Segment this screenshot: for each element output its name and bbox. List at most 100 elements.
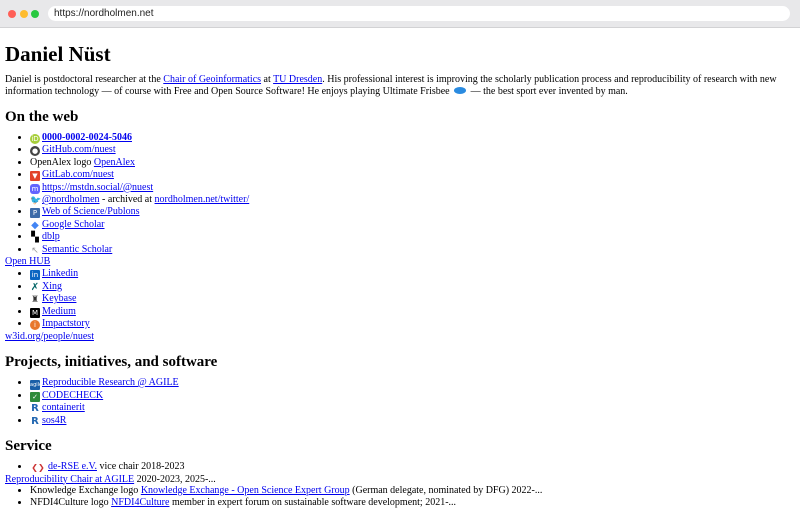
twitter-archive-link[interactable]: nordholmen.net/twitter/ <box>155 194 250 205</box>
intro-paragraph: Daniel is postdoctoral researcher at the… <box>5 74 795 98</box>
twitter-icon: 🐦 <box>30 196 42 207</box>
list-item: ▼GitLab.com/nuest <box>30 169 795 182</box>
dblp-link[interactable]: dblp <box>42 231 60 242</box>
keybase-icon: ♜ <box>30 295 40 306</box>
nfdi4culture-role: member in expert forum on sustainable so… <box>169 497 457 509</box>
github-link[interactable]: GitHub.com/nuest <box>42 144 116 155</box>
repro-chair-link[interactable]: Reproducibility Chair at AGILE <box>5 474 134 485</box>
google-scholar-icon: ◆ <box>30 219 40 231</box>
web-of-science-link[interactable]: Web of Science/Publons <box>42 206 140 217</box>
list-item: MMedium <box>30 306 795 318</box>
page-title: Daniel Nüst <box>5 42 111 66</box>
minimize-window-button[interactable] <box>20 10 28 18</box>
agile-link[interactable]: Reproducible Research @ AGILE <box>42 377 179 388</box>
w3id-link[interactable]: w3id.org/people/nuest <box>5 331 94 342</box>
intro-text-4: — the best sport ever invented by man. <box>468 86 628 97</box>
browser-chrome: https://nordholmen.net <box>0 0 800 28</box>
knowledge-exchange-link[interactable]: Knowledge Exchange - Open Science Expert… <box>141 485 350 496</box>
frisbee-icon <box>454 87 467 94</box>
openhub-link[interactable]: Open HUB <box>5 256 50 267</box>
list-item: ◆Google Scholar <box>30 219 795 231</box>
list-item: ▚dblp <box>30 231 795 244</box>
list-item: Knowledge Exchange logo Knowledge Exchan… <box>30 485 795 497</box>
list-item: agileReproducible Research @ AGILE <box>30 377 795 390</box>
projects-list: agileReproducible Research @ AGILE ✓CODE… <box>5 377 795 427</box>
agile-icon: agile <box>30 379 43 390</box>
keybase-link[interactable]: Keybase <box>42 293 76 304</box>
impactstory-icon: i <box>30 320 40 331</box>
linkedin-icon: in <box>30 270 40 281</box>
semantic-scholar-icon: ↖ <box>30 245 40 256</box>
section-heading-web: On the web <box>5 109 79 125</box>
list-item: ↖Semantic Scholar <box>30 244 795 256</box>
maximize-window-button[interactable] <box>31 10 39 18</box>
section-heading-service: Service <box>5 438 52 455</box>
service-list: ❮❯de-RSE e.V. vice chair 2018-2023 <box>5 461 795 474</box>
w3id-row: w3id.org/people/nuest <box>5 331 795 343</box>
gitlab-icon: ▼ <box>30 171 40 182</box>
google-scholar-link[interactable]: Google Scholar <box>42 219 105 230</box>
nfdi4culture-logo-alt: NFDI4Culture logo <box>30 497 109 509</box>
de-rse-role: vice chair 2018-2023 <box>96 461 185 473</box>
orcid-icon: iD <box>30 134 40 144</box>
list-item: OpenAlex logo OpenAlex <box>30 157 795 169</box>
medium-link[interactable]: Medium <box>42 306 76 317</box>
list-item: mhttps://mstdn.social/@nuest <box>30 182 795 194</box>
gitlab-link[interactable]: GitLab.com/nuest <box>42 169 114 180</box>
list-item: ●GitHub.com/nuest <box>30 144 795 157</box>
containerit-link[interactable]: containerit <box>42 402 85 413</box>
tu-dresden-link[interactable]: TU Dresden <box>273 74 322 85</box>
nfdi4culture-link[interactable]: NFDI4Culture <box>111 497 169 508</box>
openalex-logo-alt: OpenAlex logo <box>30 156 92 168</box>
semantic-scholar-link[interactable]: Semantic Scholar <box>42 244 112 255</box>
twitter-archived-text: - archived at <box>99 194 155 206</box>
service-list-2: Knowledge Exchange logo Knowledge Exchan… <box>5 485 795 510</box>
list-item: iD0000-0002-0024-5046 <box>30 132 795 144</box>
xing-link[interactable]: Xing <box>42 281 62 292</box>
knowledge-exchange-role: (German delegate, nominated by DFG) 2022… <box>349 485 543 497</box>
list-item: ✗Xing <box>30 281 795 293</box>
codecheck-link[interactable]: CODECHECK <box>42 390 103 401</box>
de-rse-link[interactable]: de-RSE e.V. <box>48 461 97 472</box>
github-icon: ● <box>30 146 40 157</box>
chair-of-geoinformatics-link[interactable]: Chair of Geoinformatics <box>163 74 261 85</box>
linkedin-link[interactable]: Linkedin <box>42 268 78 279</box>
xing-icon: ✗ <box>30 281 40 293</box>
orcid-link[interactable]: 0000-0002-0024-5046 <box>42 132 132 143</box>
r-logo-icon: R <box>30 403 40 415</box>
openhub-row: Open HUB <box>5 256 795 268</box>
repro-chair-row: Reproducibility Chair at AGILE 2020-2023… <box>5 474 795 486</box>
twitter-link[interactable]: @nordholmen <box>42 194 100 205</box>
mastodon-icon: m <box>30 183 40 194</box>
publons-icon: P <box>30 208 40 219</box>
list-item: ♜Keybase <box>30 293 795 306</box>
list-item: iImpactstory <box>30 318 795 331</box>
mastodon-link[interactable]: https://mstdn.social/@nuest <box>42 182 153 193</box>
openalex-link[interactable]: OpenAlex <box>94 157 135 168</box>
list-item: 🐦@nordholmen - archived at nordholmen.ne… <box>30 194 795 207</box>
list-item: NFDI4Culture logo NFDI4Culture member in… <box>30 497 795 509</box>
address-bar[interactable]: https://nordholmen.net <box>48 6 790 21</box>
list-item: Rsos4R <box>30 415 795 427</box>
section-heading-projects: Projects, initiatives, and software <box>5 353 218 370</box>
r-logo-icon: R <box>30 415 40 427</box>
list-item: inLinkedin <box>30 268 795 281</box>
list-item: Rcontainerit <box>30 402 795 415</box>
dblp-icon: ▚ <box>30 232 40 244</box>
repro-chair-years: 2020-2023, 2025-... <box>134 473 216 485</box>
intro-text-1: Daniel is postdoctoral researcher at the <box>5 74 164 85</box>
web-links-list: iD0000-0002-0024-5046 ●GitHub.com/nuest … <box>5 132 795 256</box>
page-content: Daniel Nüst Daniel is postdoctoral resea… <box>0 42 800 510</box>
list-item: ❮❯de-RSE e.V. vice chair 2018-2023 <box>30 461 795 474</box>
sos4r-link[interactable]: sos4R <box>42 415 66 426</box>
list-item: ✓CODECHECK <box>30 390 795 402</box>
close-window-button[interactable] <box>8 10 16 18</box>
codecheck-icon: ✓ <box>30 391 40 402</box>
impactstory-link[interactable]: Impactstory <box>42 318 90 329</box>
knowledge-exchange-logo-alt: Knowledge Exchange logo <box>30 485 139 497</box>
list-item: PWeb of Science/Publons <box>30 206 795 219</box>
intro-text-2: at <box>261 74 274 85</box>
web-links-list-2: inLinkedin ✗Xing ♜Keybase MMedium iImpac… <box>5 268 795 331</box>
medium-icon: M <box>30 307 40 318</box>
de-rse-logo-icon: ❮❯ <box>30 463 46 474</box>
